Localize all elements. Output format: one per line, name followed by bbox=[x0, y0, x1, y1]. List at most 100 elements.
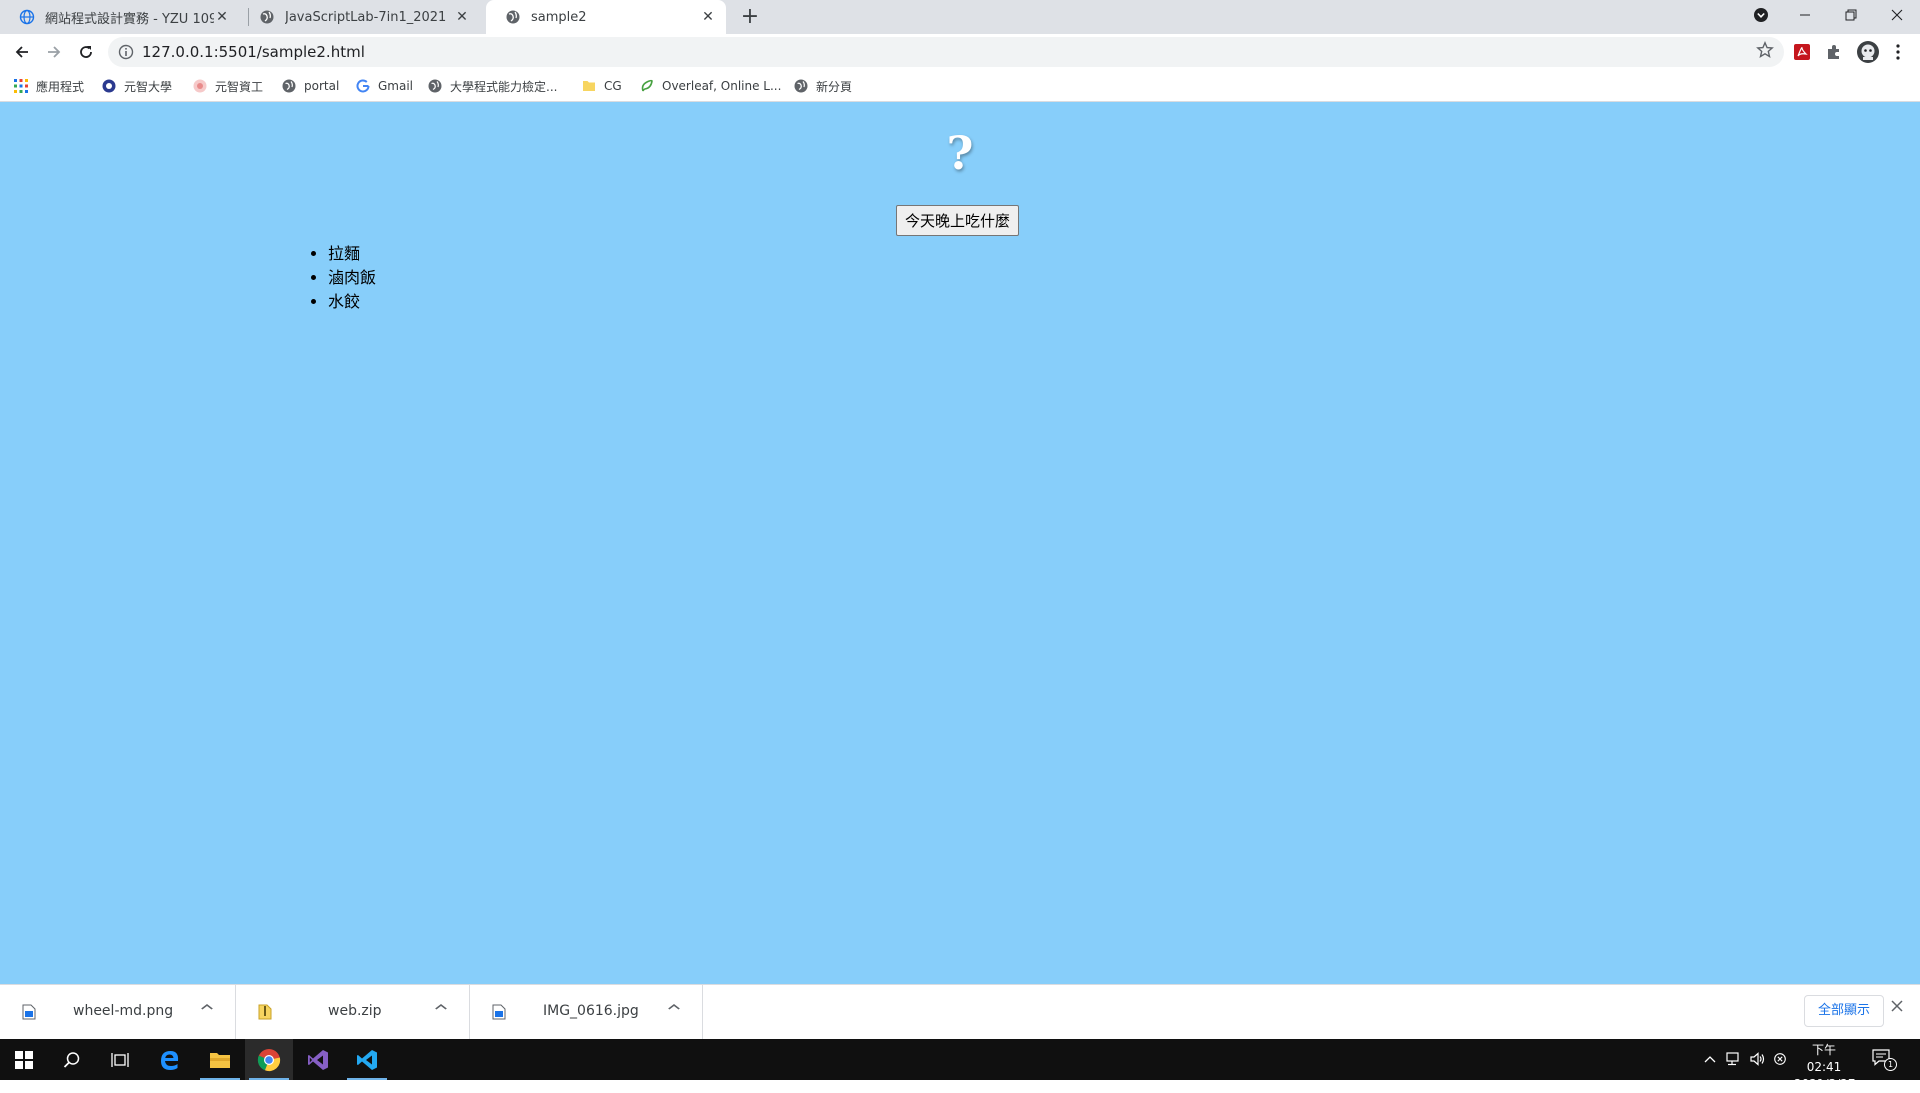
network-icon[interactable] bbox=[1726, 1052, 1742, 1066]
bookmark-yzu-cse[interactable]: 元智資工 bbox=[193, 76, 263, 96]
browser-toolbar: 127.0.0.1:5501/sample2.html bbox=[0, 34, 1920, 70]
tab-search-button[interactable] bbox=[1738, 0, 1784, 30]
bookmark-folder-cg[interactable]: CG bbox=[582, 76, 622, 96]
profile-avatar[interactable] bbox=[1856, 40, 1880, 64]
tab-strip: 網站程式設計實務 - YZU 1092 ✕ JavaScriptLab-7in1… bbox=[0, 0, 1920, 34]
food-list: 拉麵 滷肉飯 水餃 bbox=[310, 242, 376, 314]
bookmark-label: Gmail bbox=[378, 79, 414, 93]
download-item[interactable]: web.zip bbox=[236, 985, 470, 1039]
yzu-logo-icon bbox=[102, 79, 116, 93]
bookmark-label: 大學程式能力檢定... bbox=[450, 79, 558, 94]
minimize-button[interactable] bbox=[1782, 0, 1828, 30]
bookmark-overleaf[interactable]: Overleaf, Online L... bbox=[640, 76, 781, 96]
cse-logo-icon bbox=[193, 79, 207, 93]
arrow-right-icon bbox=[48, 46, 61, 58]
chevron-up-icon[interactable] bbox=[199, 1001, 215, 1013]
apps-grid-icon bbox=[14, 79, 28, 93]
close-window-button[interactable] bbox=[1874, 0, 1920, 30]
download-filename: IMG_0616.jpg bbox=[543, 1003, 639, 1019]
close-icon bbox=[1891, 9, 1903, 21]
visual-studio-icon bbox=[308, 1049, 328, 1070]
url-text: 127.0.0.1:5501/sample2.html bbox=[142, 43, 365, 61]
volume-icon[interactable] bbox=[1750, 1052, 1766, 1066]
bookmark-label: 元智資工 bbox=[215, 79, 264, 94]
tab-yzu-course[interactable]: 網站程式設計實務 - YZU 1092 ✕ bbox=[0, 0, 240, 34]
puzzle-piece-icon bbox=[1828, 45, 1839, 59]
address-bar[interactable]: 127.0.0.1:5501/sample2.html bbox=[108, 37, 1784, 67]
new-tab-button[interactable]: + bbox=[738, 5, 762, 29]
list-item: 拉麵 bbox=[328, 242, 376, 266]
restore-button[interactable] bbox=[1828, 0, 1874, 30]
bookmark-label: 新分頁 bbox=[816, 79, 853, 94]
acrobat-icon bbox=[1794, 44, 1810, 60]
chrome-app[interactable] bbox=[245, 1039, 293, 1080]
more-vertical-icon bbox=[1896, 44, 1900, 60]
bookmark-label: 應用程式 bbox=[36, 79, 85, 94]
close-icon[interactable] bbox=[1890, 999, 1904, 1013]
question-mark-heading: ? bbox=[946, 126, 974, 180]
folder-icon bbox=[210, 1052, 230, 1068]
chrome-icon bbox=[257, 1048, 281, 1071]
restore-icon bbox=[1845, 9, 1857, 21]
close-icon[interactable]: ✕ bbox=[454, 9, 470, 25]
tab-javascriptlab[interactable]: JavaScriptLab-7in1_2021 ✕ bbox=[240, 0, 480, 34]
bookmarks-bar: 應用程式 元智大學 元智資工 portal Gmail 大學程式能力檢定... bbox=[0, 70, 1920, 102]
bookmark-label: 元智大學 bbox=[124, 79, 173, 94]
close-icon[interactable]: ✕ bbox=[214, 9, 230, 25]
page-viewport: ? 今天晚上吃什麼 拉麵 滷肉飯 水餃 bbox=[0, 102, 1920, 984]
bookmark-yzu[interactable]: 元智大學 bbox=[102, 76, 172, 96]
search-button[interactable] bbox=[48, 1039, 96, 1080]
bookmark-label: portal bbox=[304, 79, 340, 93]
download-item[interactable]: wheel-md.png bbox=[0, 985, 236, 1039]
bookmark-cpe[interactable]: 大學程式能力檢定... bbox=[428, 76, 557, 96]
globe-icon bbox=[259, 9, 275, 25]
visual-studio-app[interactable] bbox=[294, 1039, 342, 1080]
close-icon[interactable]: ✕ bbox=[700, 9, 716, 25]
reload-button[interactable] bbox=[72, 38, 100, 66]
what-to-eat-button[interactable]: 今天晚上吃什麼 bbox=[896, 205, 1020, 236]
taskbar: 下午 02:41 2021/3/27 1 bbox=[0, 1039, 1920, 1091]
zip-file-icon bbox=[258, 1004, 272, 1020]
tab-title: sample2 bbox=[531, 9, 587, 25]
bookmark-new-tab[interactable]: 新分頁 bbox=[794, 76, 852, 96]
start-button[interactable] bbox=[0, 1039, 48, 1080]
chevron-up-icon[interactable] bbox=[433, 1001, 449, 1013]
task-view-icon bbox=[111, 1052, 129, 1067]
forward-button[interactable] bbox=[40, 38, 68, 66]
bookmark-apps[interactable]: 應用程式 bbox=[14, 76, 84, 96]
vscode-app[interactable] bbox=[343, 1039, 391, 1080]
file-explorer-app[interactable] bbox=[196, 1039, 244, 1080]
download-filename: wheel-md.png bbox=[73, 1003, 174, 1019]
clock-date: 2021/3/27 bbox=[1794, 1077, 1856, 1091]
acrobat-extension-button[interactable] bbox=[1792, 42, 1812, 62]
extensions-button[interactable] bbox=[1824, 42, 1844, 62]
avatar-icon bbox=[1857, 41, 1879, 63]
minimize-icon bbox=[1800, 14, 1810, 16]
chrome-menu-button[interactable] bbox=[1888, 42, 1908, 62]
globe-icon bbox=[428, 79, 442, 93]
edge-icon bbox=[161, 1050, 179, 1070]
show-all-button[interactable]: 全部顯示 bbox=[1804, 995, 1884, 1027]
google-g-icon bbox=[356, 79, 370, 93]
action-center-button[interactable]: 1 bbox=[1872, 1049, 1897, 1071]
image-file-icon bbox=[22, 1004, 36, 1020]
bookmark-portal[interactable]: portal bbox=[282, 76, 339, 96]
download-item[interactable]: IMG_0616.jpg bbox=[470, 985, 703, 1039]
notification-badge: 1 bbox=[1884, 1058, 1897, 1071]
chevron-up-icon[interactable] bbox=[666, 1001, 682, 1013]
chevron-up-icon[interactable] bbox=[1704, 1054, 1716, 1066]
edge-app[interactable] bbox=[146, 1039, 194, 1080]
info-icon[interactable] bbox=[118, 44, 134, 60]
chevron-down-circle-icon bbox=[1754, 8, 1768, 22]
bookmark-star-icon[interactable] bbox=[1756, 41, 1774, 59]
system-clock[interactable]: 下午 02:41 2021/3/27 bbox=[1794, 1042, 1856, 1093]
arrow-left-icon bbox=[15, 46, 28, 58]
back-button[interactable] bbox=[8, 38, 36, 66]
task-view-button[interactable] bbox=[96, 1039, 144, 1080]
tab-sample2[interactable]: sample2 ✕ bbox=[486, 0, 726, 34]
status-x-icon[interactable] bbox=[1774, 1053, 1786, 1065]
tab-title: JavaScriptLab-7in1_2021 bbox=[285, 9, 447, 25]
bookmark-gmail[interactable]: Gmail bbox=[356, 76, 413, 96]
bookmark-label: CG bbox=[604, 79, 622, 93]
download-shelf: wheel-md.png web.zip IMG_0616.jpg 全部顯示 bbox=[0, 984, 1920, 1039]
